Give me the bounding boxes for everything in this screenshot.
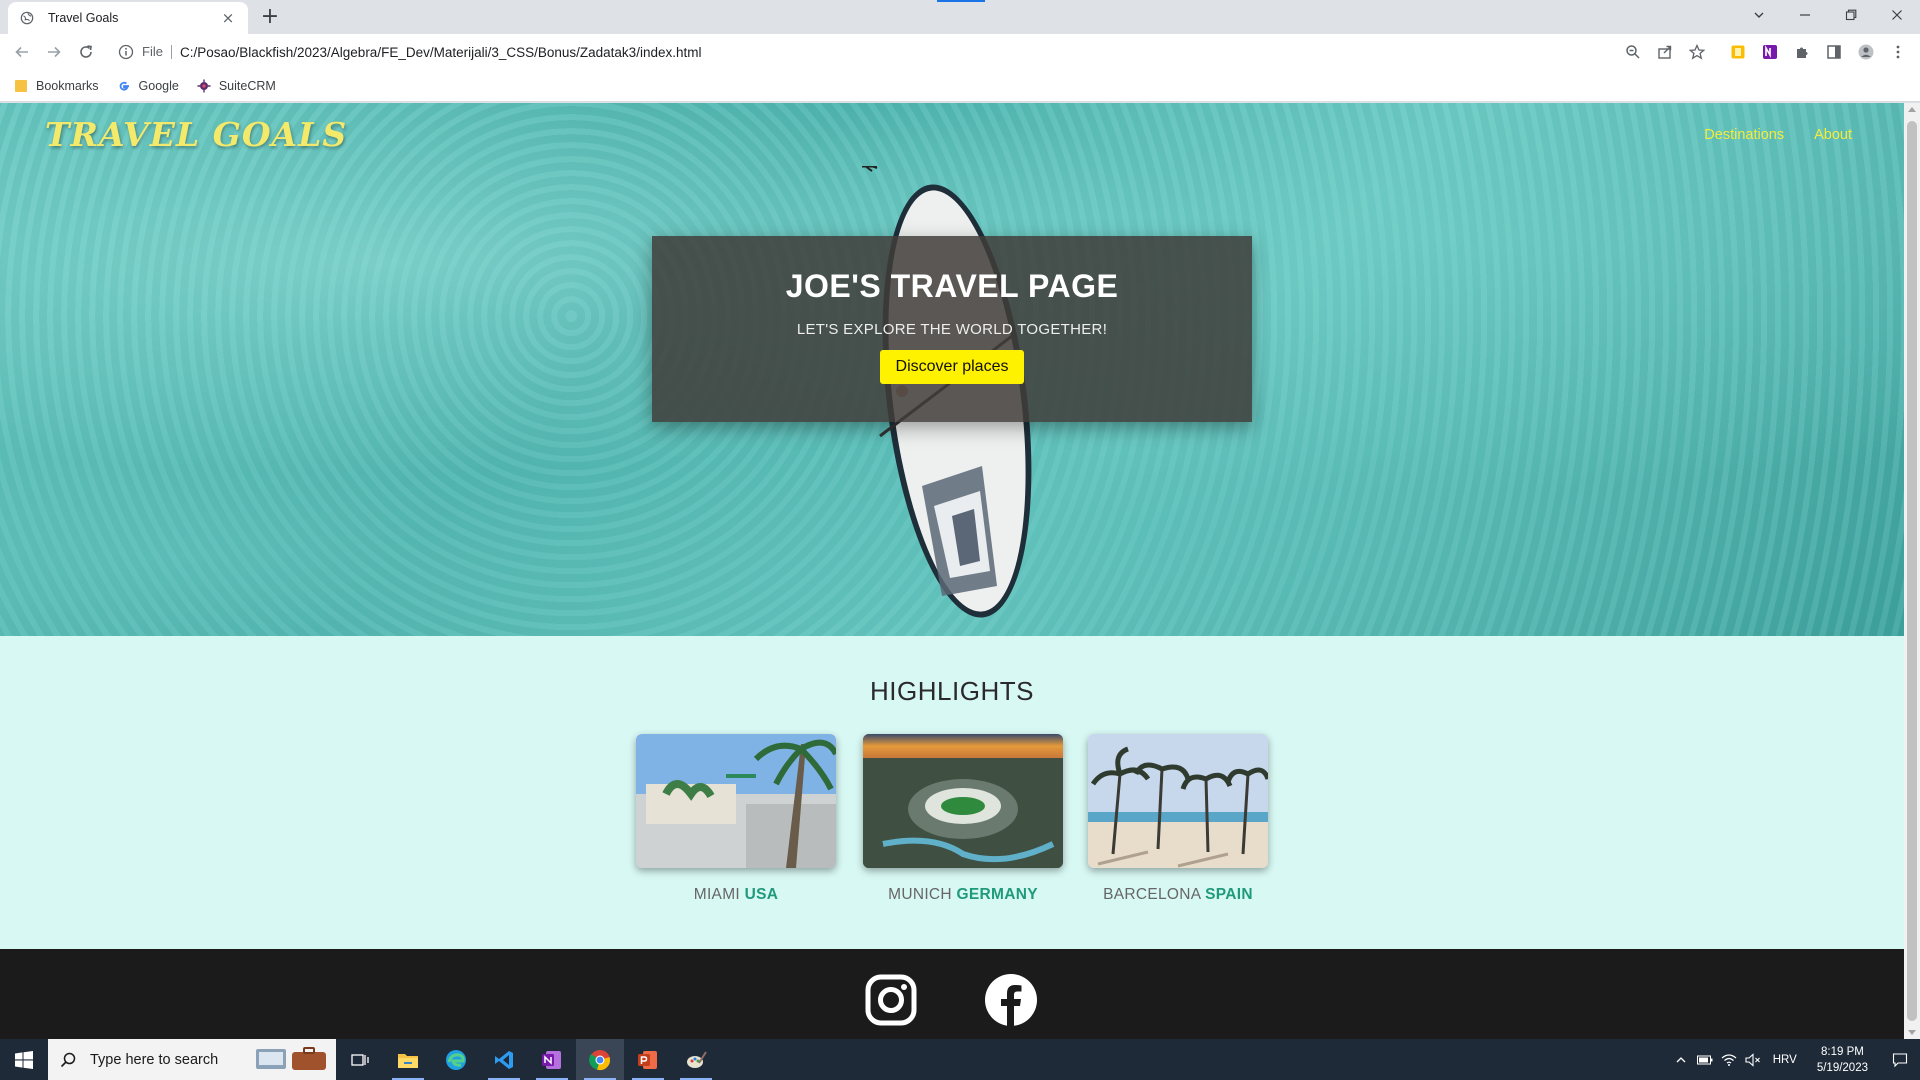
page-footer bbox=[0, 949, 1904, 1039]
country-name: GERMANY bbox=[956, 886, 1038, 903]
chrome-icon[interactable] bbox=[576, 1039, 624, 1080]
highlight-card-miami[interactable]: MIAMI USA bbox=[636, 734, 836, 904]
restore-icon[interactable] bbox=[1828, 0, 1874, 30]
new-tab-button[interactable]: + bbox=[259, 6, 281, 28]
zoom-icon[interactable] bbox=[1623, 42, 1643, 62]
browser-tab-strip: Travel Goals × + bbox=[0, 0, 1920, 34]
network-icon[interactable] bbox=[1717, 1039, 1741, 1080]
highlight-card-munich[interactable]: MUNICH GERMANY bbox=[863, 734, 1063, 904]
side-panel-icon[interactable] bbox=[1824, 42, 1844, 62]
nav-destinations-link[interactable]: Destinations bbox=[1704, 127, 1784, 143]
bookmark-label: Google bbox=[138, 78, 179, 93]
google-icon bbox=[119, 81, 129, 91]
clock-time: 8:19 PM bbox=[1821, 1045, 1864, 1058]
munich-photo[interactable] bbox=[863, 734, 1063, 868]
scrollbar-thumb[interactable] bbox=[1907, 121, 1917, 1021]
menu-kebab-icon[interactable] bbox=[1888, 42, 1908, 62]
page-scrollbar[interactable] bbox=[1904, 103, 1920, 1039]
profile-avatar-icon[interactable] bbox=[1856, 42, 1876, 62]
bookmarks-bar: Bookmarks Google SuiteCRM bbox=[0, 70, 1920, 102]
highlight-card-barcelona[interactable]: BARCELONA SPAIN bbox=[1088, 734, 1268, 904]
windows-start-icon[interactable] bbox=[0, 1039, 48, 1080]
facebook-icon[interactable] bbox=[984, 973, 1038, 1027]
hero-card: JOE'S TRAVEL PAGE LET'S EXPLORE THE WORL… bbox=[652, 236, 1252, 422]
bookmark-star-icon[interactable] bbox=[1687, 42, 1707, 62]
extensions-puzzle-icon[interactable] bbox=[1792, 42, 1812, 62]
nav-about-link[interactable]: About bbox=[1814, 127, 1852, 143]
back-icon[interactable] bbox=[10, 40, 34, 64]
bookmark-label: Bookmarks bbox=[36, 78, 99, 93]
battery-icon[interactable] bbox=[1693, 1039, 1717, 1080]
input-language[interactable]: HRV bbox=[1773, 1054, 1797, 1066]
barcelona-photo[interactable] bbox=[1088, 734, 1268, 868]
highlight-caption: MUNICH GERMANY bbox=[863, 886, 1063, 904]
city-name: MUNICH bbox=[888, 886, 952, 903]
top-navigation: Destinations About bbox=[1704, 127, 1852, 143]
minimize-icon[interactable] bbox=[1782, 0, 1828, 30]
search-icon bbox=[60, 1052, 76, 1067]
paint-app-icon[interactable] bbox=[672, 1039, 720, 1080]
hero-section: TRAVEL GOALS Destinations About JOE'S TR… bbox=[0, 103, 1904, 636]
edge-icon[interactable] bbox=[432, 1039, 480, 1080]
bookmark-suitecrm[interactable]: SuiteCRM bbox=[197, 79, 276, 93]
scroll-up-icon[interactable] bbox=[1908, 107, 1916, 112]
taskbar-clock[interactable]: 8:19 PM 5/19/2023 bbox=[1817, 1044, 1868, 1076]
close-window-icon[interactable] bbox=[1874, 0, 1920, 30]
page-viewport: TRAVEL GOALS Destinations About JOE'S TR… bbox=[0, 103, 1904, 1039]
tab-search-icon[interactable] bbox=[1736, 0, 1782, 30]
highlight-caption: BARCELONA SPAIN bbox=[1088, 886, 1268, 904]
suitecrm-icon bbox=[197, 79, 211, 92]
volume-muted-icon[interactable] bbox=[1741, 1039, 1765, 1080]
taskbar-search-box[interactable]: Type here to search bbox=[48, 1039, 336, 1080]
onenote-icon[interactable] bbox=[528, 1039, 576, 1080]
reload-icon[interactable] bbox=[74, 40, 98, 64]
file-explorer-icon[interactable] bbox=[384, 1039, 432, 1080]
folder-icon bbox=[15, 79, 27, 92]
vscode-icon[interactable] bbox=[480, 1039, 528, 1080]
task-view-icon[interactable] bbox=[336, 1039, 384, 1080]
scroll-down-icon[interactable] bbox=[1908, 1030, 1916, 1035]
powerpoint-icon[interactable] bbox=[624, 1039, 672, 1080]
country-name: SPAIN bbox=[1205, 886, 1253, 903]
highlight-caption: MIAMI USA bbox=[636, 886, 836, 904]
city-name: BARCELONA bbox=[1103, 886, 1201, 903]
share-icon[interactable] bbox=[1655, 42, 1675, 62]
show-hidden-icons-icon[interactable] bbox=[1669, 1039, 1693, 1080]
browser-toolbar: File C:/Posao/Blackfish/2023/Algebra/FE_… bbox=[0, 34, 1920, 70]
bookmark-google[interactable]: Google bbox=[117, 79, 179, 93]
country-name: USA bbox=[744, 886, 779, 903]
extension-yellow-icon[interactable] bbox=[1728, 42, 1748, 62]
notifications-icon[interactable] bbox=[1880, 1039, 1920, 1080]
hero-tagline: LET'S EXPLORE THE WORLD TOGETHER! bbox=[796, 321, 1108, 338]
miami-photo[interactable] bbox=[636, 734, 836, 868]
address-bar[interactable]: File C:/Posao/Blackfish/2023/Algebra/FE_… bbox=[108, 38, 1708, 66]
taskbar-search-placeholder: Type here to search bbox=[90, 1051, 219, 1068]
windows-taskbar: Type here to search HRV 8:19 PM 5/19/202… bbox=[0, 1039, 1920, 1080]
discover-places-button[interactable]: Discover places bbox=[879, 350, 1025, 384]
tab-strip-accent bbox=[937, 0, 985, 2]
highlights-heading: HIGHLIGHTS bbox=[870, 676, 1034, 706]
hero-title: JOE'S TRAVEL PAGE bbox=[785, 268, 1119, 304]
system-tray: HRV 8:19 PM 5/19/2023 bbox=[1669, 1039, 1920, 1080]
onenote-extension-icon[interactable] bbox=[1760, 42, 1780, 62]
tab-title: Travel Goals bbox=[48, 11, 119, 25]
url-text[interactable]: C:/Posao/Blackfish/2023/Algebra/FE_Dev/M… bbox=[180, 45, 702, 60]
tab-travel-goals[interactable]: Travel Goals × bbox=[8, 2, 248, 34]
city-name: MIAMI bbox=[693, 886, 741, 903]
tab-close-icon[interactable]: × bbox=[220, 10, 236, 26]
clock-date: 5/19/2023 bbox=[1816, 1061, 1868, 1074]
globe-icon bbox=[20, 11, 34, 25]
search-highlight-icon bbox=[256, 1047, 326, 1070]
bookmark-folder[interactable]: Bookmarks bbox=[14, 79, 99, 93]
url-scheme-label: File bbox=[142, 45, 172, 59]
instagram-icon[interactable] bbox=[864, 973, 918, 1027]
forward-icon[interactable] bbox=[42, 40, 66, 64]
bookmark-label: SuiteCRM bbox=[218, 78, 276, 93]
site-logo[interactable]: TRAVEL GOALS bbox=[45, 115, 347, 154]
highlights-section: HIGHLIGHTS MIAMI USA MUNICH GERMANY BARC… bbox=[0, 636, 1904, 949]
info-icon[interactable] bbox=[118, 44, 134, 60]
